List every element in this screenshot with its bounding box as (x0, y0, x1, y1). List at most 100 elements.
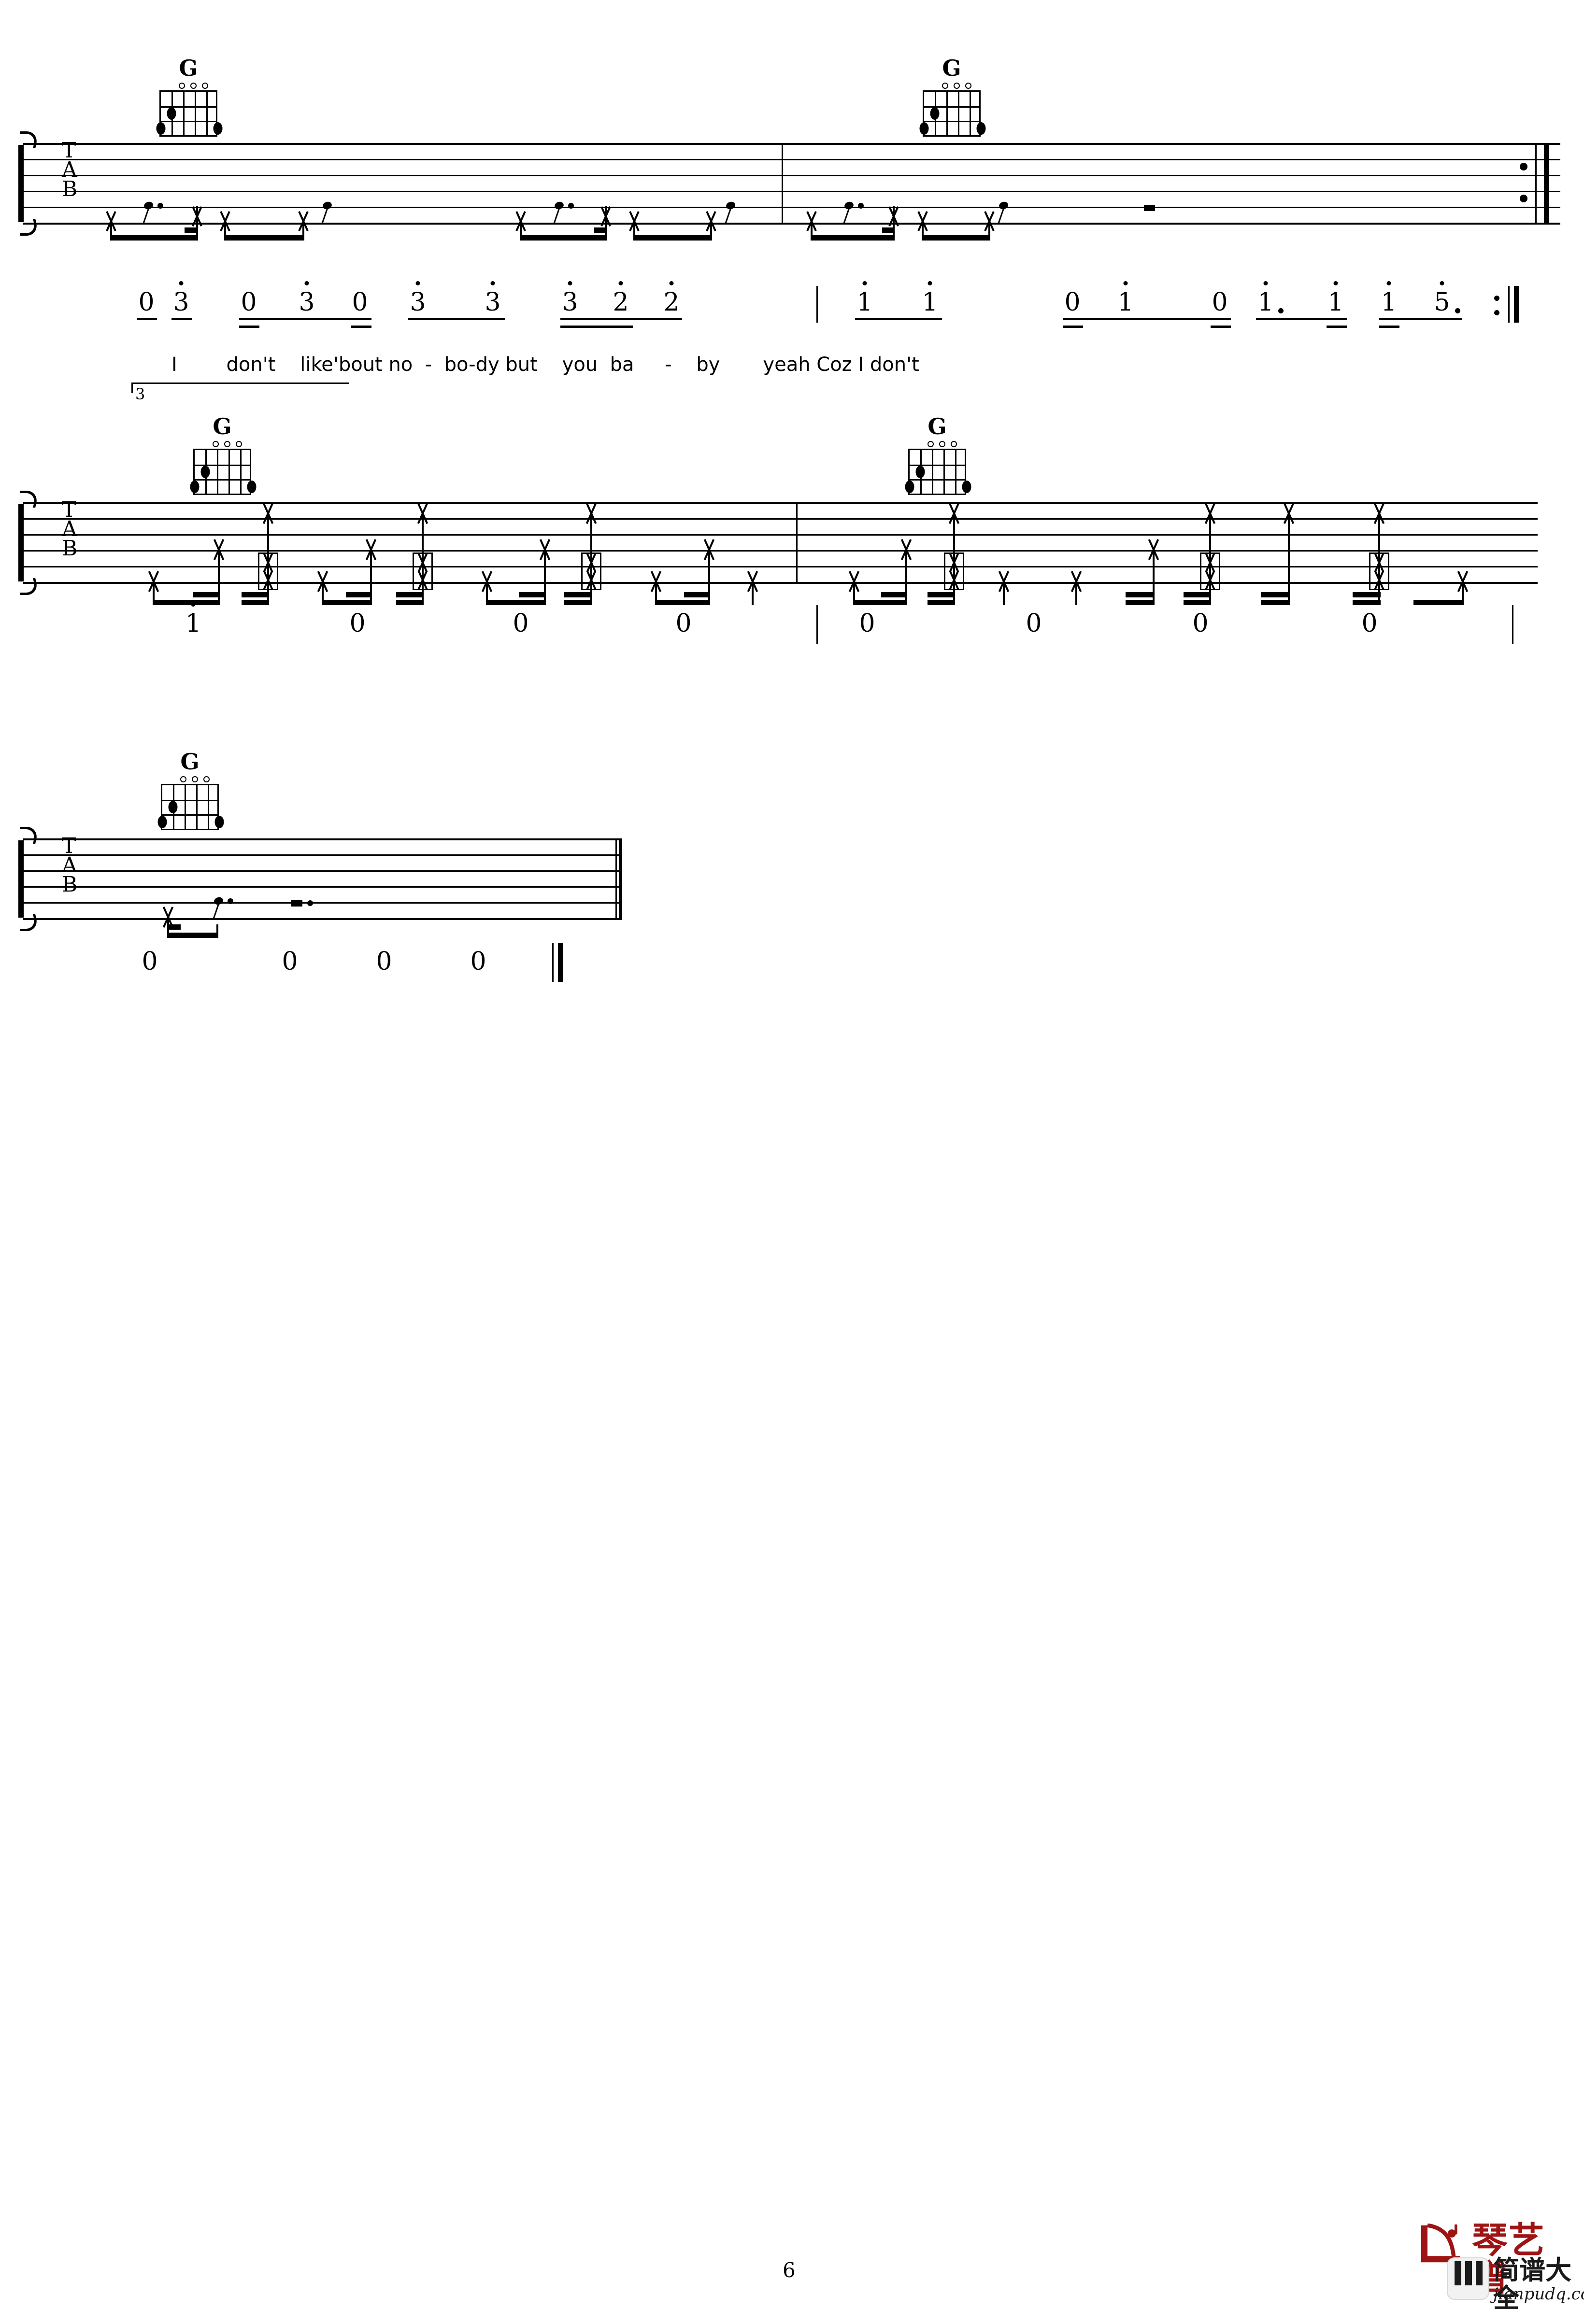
octave-dot-icon (1263, 281, 1268, 285)
octave-dot-icon (568, 281, 572, 285)
chord-diagram-g-3: G (186, 415, 258, 495)
jianpu-note: 0 (282, 947, 298, 976)
octave-dot-icon (618, 281, 623, 285)
jianpu-note: 0 (513, 609, 529, 638)
half-rest (1144, 205, 1155, 211)
chord-finger-dot (976, 122, 986, 135)
beam (242, 592, 269, 597)
eighth-rest (553, 200, 569, 226)
page-number: 6 (783, 2258, 796, 2282)
note-stem (1209, 513, 1211, 605)
beam-stub (185, 227, 198, 233)
chord-fretboard-grid (190, 449, 257, 495)
jianpu-note: 2 (662, 281, 681, 315)
muted-x-notehead (884, 206, 903, 227)
jianpu-repeat-thick (1514, 286, 1519, 323)
beam (396, 592, 423, 597)
jianpu-row-2: 1 0 0 0 0 0 0 0 (0, 602, 1584, 654)
octave-dot-icon (191, 602, 196, 607)
jianpu-note: 0 (1212, 288, 1228, 317)
final-thick-barline (619, 838, 622, 919)
jianpu-beam (560, 326, 633, 328)
eighth-rest (213, 896, 228, 921)
chord-finger-dot (157, 816, 167, 828)
open-string-icon (190, 83, 197, 89)
muted-x-notehead (596, 206, 615, 227)
eighth-rest (998, 200, 1013, 226)
beam (519, 592, 546, 597)
tab-staff-1: T A B (23, 140, 1560, 241)
jianpu-augmentation-dot (1455, 308, 1460, 313)
jianpu-row-3: 0 0 0 0 (0, 943, 1584, 992)
jianpu-note: 0 (1192, 609, 1209, 638)
beam (1261, 600, 1290, 605)
chord-finger-dot (213, 122, 223, 135)
chord-finger-dot (247, 481, 257, 493)
open-string-icon (180, 776, 186, 782)
jianpu-beam (1063, 318, 1231, 320)
octave-dot-icon (669, 281, 674, 285)
chord-name-label: G (179, 55, 198, 81)
chord-diagram-g-1: G (152, 57, 225, 137)
jianpu-beam (351, 326, 371, 328)
beam (928, 592, 955, 597)
beam (1126, 592, 1155, 597)
chord-finger-dot (919, 122, 929, 135)
augmentation-dot (157, 203, 163, 209)
volta-number: 3 (135, 385, 145, 403)
beam (881, 592, 907, 597)
muted-x-notehead (294, 211, 313, 232)
open-string-icon (192, 776, 198, 782)
eighth-rest (843, 200, 859, 226)
jianpu-note: 1 (1116, 281, 1135, 315)
beam (242, 600, 269, 605)
open-string-icon (965, 83, 971, 89)
jianpu-note: 1 (184, 602, 203, 636)
beam (224, 235, 304, 241)
jianpu-note: 0 (1064, 288, 1081, 317)
open-string-icon (179, 83, 185, 89)
jianpu-note: 1 (855, 281, 874, 315)
note-stem (422, 513, 424, 605)
octave-dot-icon (928, 281, 932, 285)
jianpu-note: 0 (241, 288, 257, 317)
eighth-rest (321, 200, 337, 226)
jianpu-note: 1 (920, 281, 940, 315)
jianpu-beam (855, 318, 942, 320)
chord-fretboard-grid (919, 90, 986, 137)
tab-clef-b: B (62, 177, 78, 201)
repeat-dot (1520, 195, 1527, 202)
jianpu-beam (408, 318, 505, 320)
octave-dot-icon (1123, 281, 1128, 285)
octave-dot-icon (1440, 281, 1444, 285)
jianpu-repeat-dot (1494, 296, 1499, 301)
chord-name-label: G (213, 413, 232, 439)
beam (520, 235, 607, 241)
jianpu-beam (560, 318, 682, 320)
chord-fretboard-grid (157, 784, 224, 830)
chord-finger-dot (214, 816, 224, 828)
muted-x-notehead (980, 211, 999, 232)
chord-diagram-g-5: G (154, 751, 226, 830)
jianpu-note: 0 (349, 609, 366, 638)
beam (633, 235, 712, 241)
open-string-icon (224, 441, 230, 447)
beam-stub (882, 227, 895, 233)
beam (396, 600, 423, 605)
beam (1184, 592, 1211, 597)
jianpu-beam (1256, 318, 1347, 320)
open-string-markers (915, 81, 988, 90)
chord-finger-dot (905, 481, 914, 493)
chord-finger-dot (168, 801, 178, 813)
jianpu-beam (137, 318, 157, 320)
note-stem (1003, 581, 1005, 605)
jianpu-note: 3 (171, 281, 191, 315)
tab-clef: T A B (62, 499, 77, 559)
chord-finger-dot (200, 466, 210, 478)
note-stem (752, 581, 754, 605)
half-rest (291, 900, 302, 907)
muted-x-notehead (701, 211, 721, 232)
jianpu-beam (239, 326, 259, 328)
jianpu-barline (816, 286, 818, 323)
brand-url: jianpudq.com (1493, 2284, 1584, 2304)
